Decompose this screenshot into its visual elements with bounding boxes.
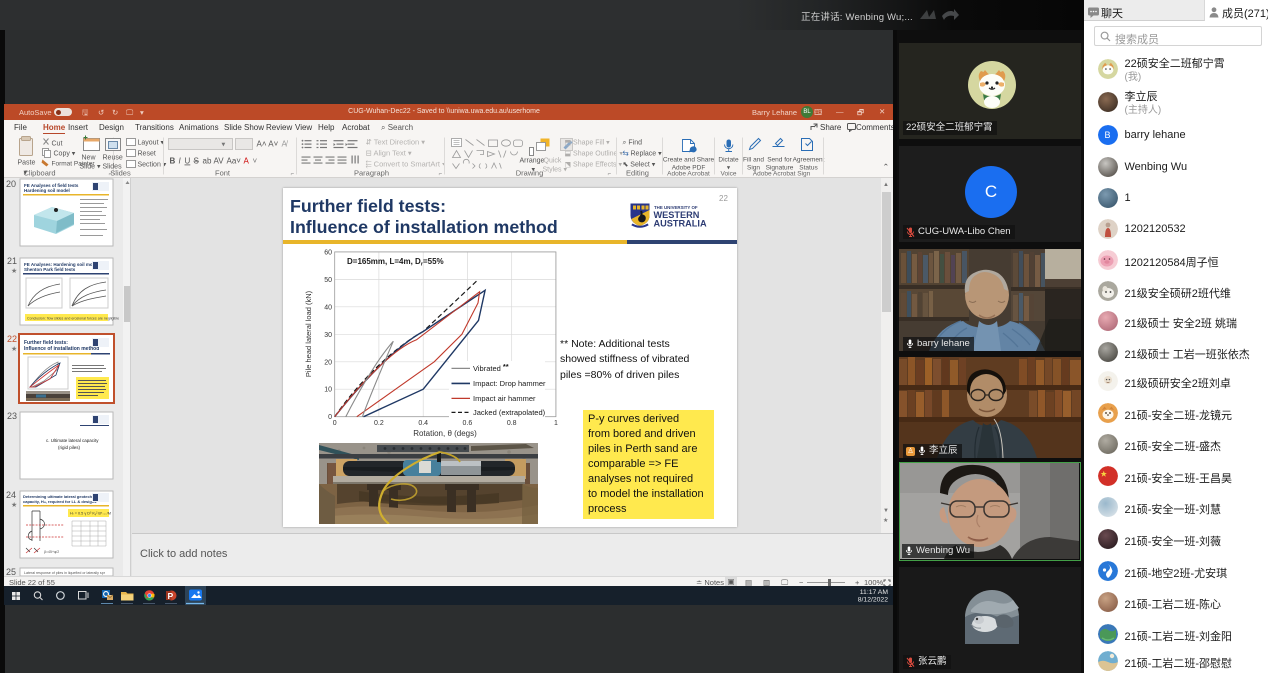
svg-text:(rigid piles): (rigid piles): [58, 445, 81, 450]
svg-text:⬓ Shape Outline ▾: ⬓ Shape Outline ▾: [565, 151, 624, 158]
svg-text:Quick: Quick: [544, 158, 562, 165]
svg-text:⊟ Align Text ▾: ⊟ Align Text ▾: [366, 149, 412, 158]
svg-text:★: ★: [11, 267, 17, 275]
svg-text:Pile head lateral load (kN): Pile head lateral load (kN): [304, 290, 313, 377]
svg-text:Influence of installation meth: Influence of installation method: [24, 346, 99, 352]
svg-text:Cut: Cut: [52, 141, 63, 148]
svg-text:Send for: Send for: [767, 157, 792, 164]
svg-text:P: P: [168, 591, 174, 601]
svg-text:Section ▾: Section ▾: [138, 162, 167, 169]
svg-text:⌐: ⌐: [439, 172, 443, 178]
svg-text:AV: AV: [214, 157, 225, 166]
svg-text:50: 50: [324, 277, 332, 284]
svg-text:⬒ Shape Fill ▾: ⬒ Shape Fill ▾: [565, 140, 611, 147]
svg-text:0: 0: [333, 420, 337, 427]
svg-text:Hardening soil model: Hardening soil model: [24, 188, 70, 193]
svg-text:⇵ Text Direction ▾: ⇵ Text Direction ▾: [366, 138, 426, 147]
svg-text:22: 22: [7, 334, 17, 344]
svg-text:AUSTRALIA: AUSTRALIA: [654, 219, 707, 229]
svg-text:8/12/2022: 8/12/2022: [858, 597, 888, 604]
svg-text:0.2: 0.2: [374, 420, 384, 427]
svg-text:Copy ▾: Copy ▾: [54, 151, 76, 158]
svg-text:Create and Share: Create and Share: [663, 157, 715, 164]
svg-text:0.4: 0.4: [418, 420, 428, 427]
svg-text:Dictate: Dictate: [718, 157, 739, 164]
svg-text:Lateral response of piles in l: Lateral response of piles in liquefied o…: [24, 571, 106, 575]
svg-text:25: 25: [6, 567, 16, 576]
svg-text:β=45+φ/2: β=45+φ/2: [44, 550, 59, 554]
svg-text:24: 24: [6, 490, 16, 500]
svg-text:˅: ˅: [253, 157, 258, 166]
svg-text:ab: ab: [203, 157, 212, 166]
svg-text:0.6: 0.6: [463, 420, 473, 427]
svg-text:D=165mm, L=4m, Dr=55%: D=165mm, L=4m, Dr=55%: [347, 257, 444, 268]
svg-text:A˄ A˅: A˄ A˅: [257, 140, 279, 149]
svg-text:⌐: ⌐: [291, 172, 295, 178]
svg-text:0.8: 0.8: [507, 420, 517, 427]
svg-text:Shenton Park field tests: Shenton Park field tests: [24, 267, 76, 272]
svg-text:Agreement: Agreement: [793, 157, 825, 164]
svg-text:Paste: Paste: [18, 160, 36, 167]
svg-text:⬔ Shape Effects ▾: ⬔ Shape Effects ▾: [565, 162, 623, 169]
svg-text:Paragraph: Paragraph: [354, 169, 389, 178]
svg-text:B: B: [170, 157, 176, 166]
svg-text:★: ★: [11, 345, 17, 353]
svg-text:Adobe Acrobat: Adobe Acrobat: [667, 171, 710, 178]
svg-text:60: 60: [324, 249, 332, 256]
svg-text:Rotation, θ (degs): Rotation, θ (degs): [413, 429, 477, 438]
svg-text:⌕ Find: ⌕ Find: [623, 140, 643, 147]
svg-text:c. Ultimate lateral capacity: c. Ultimate lateral capacity: [46, 438, 99, 443]
svg-text:capacity, Hu, required for LL: capacity, Hu, required for LL & designs: [23, 499, 97, 504]
svg-text:★: ★: [11, 501, 17, 509]
svg-text:Jacked (extrapolated): Jacked (extrapolated): [473, 408, 546, 417]
svg-text:20: 20: [6, 179, 16, 189]
svg-text:A̸: A̸: [282, 140, 289, 149]
svg-text:Reuse: Reuse: [103, 155, 123, 162]
svg-text:Conclusion: flow slides and er: Conclusion: flow slides and erosional fo…: [27, 317, 119, 321]
svg-text:Clipboard: Clipboard: [23, 169, 55, 178]
svg-text:Drawing: Drawing: [516, 169, 544, 178]
svg-text:New: New: [82, 155, 97, 162]
svg-text:S: S: [194, 157, 199, 166]
svg-text:I: I: [179, 157, 182, 166]
svg-text:Layout ▾: Layout ▾: [138, 140, 165, 147]
svg-text:10: 10: [324, 387, 332, 394]
svg-text:Aa˅: Aa˅: [227, 157, 242, 166]
svg-text:Editing: Editing: [626, 169, 649, 178]
svg-text:40: 40: [324, 304, 332, 311]
svg-text:Arrange: Arrange: [520, 158, 545, 165]
svg-text:Fill and: Fill and: [743, 157, 764, 164]
svg-text:Slides: Slides: [110, 169, 131, 178]
svg-text:11:17 AM: 11:17 AM: [860, 589, 889, 596]
svg-text:Replace ▾: Replace ▾: [631, 151, 663, 158]
svg-text:⬉ Select ▾: ⬉ Select ▾: [623, 162, 656, 169]
svg-text:⌃: ⌃: [883, 163, 890, 172]
svg-text:▾: ▾: [222, 140, 226, 149]
svg-text:Reset: Reset: [138, 151, 156, 158]
svg-text:23: 23: [7, 411, 17, 421]
svg-text:20: 20: [324, 359, 332, 366]
svg-text:Font: Font: [215, 169, 231, 178]
svg-text:U: U: [185, 157, 191, 166]
svg-text:⇆: ⇆: [623, 149, 630, 158]
svg-text:⌐: ⌐: [608, 172, 612, 178]
svg-text:0: 0: [328, 414, 332, 421]
svg-text:Adobe Acrobat Sign: Adobe Acrobat Sign: [753, 171, 811, 178]
svg-text:Impact: Drop hammer: Impact: Drop hammer: [473, 379, 546, 388]
svg-text:A: A: [244, 157, 250, 166]
svg-text:Hᵣ = 0.5 γ D³ Kᵧ² Bᵛ₋ₒ /M: Hᵣ = 0.5 γ D³ Kᵧ² Bᵛ₋ₒ /M: [70, 512, 111, 516]
svg-text:1: 1: [554, 420, 558, 427]
svg-text:30: 30: [324, 332, 332, 339]
svg-text:Impact air hammer: Impact air hammer: [473, 394, 536, 403]
svg-text:Slide ▾: Slide ▾: [80, 164, 102, 171]
svg-text:Voice: Voice: [721, 171, 737, 178]
svg-text:21: 21: [7, 256, 17, 266]
